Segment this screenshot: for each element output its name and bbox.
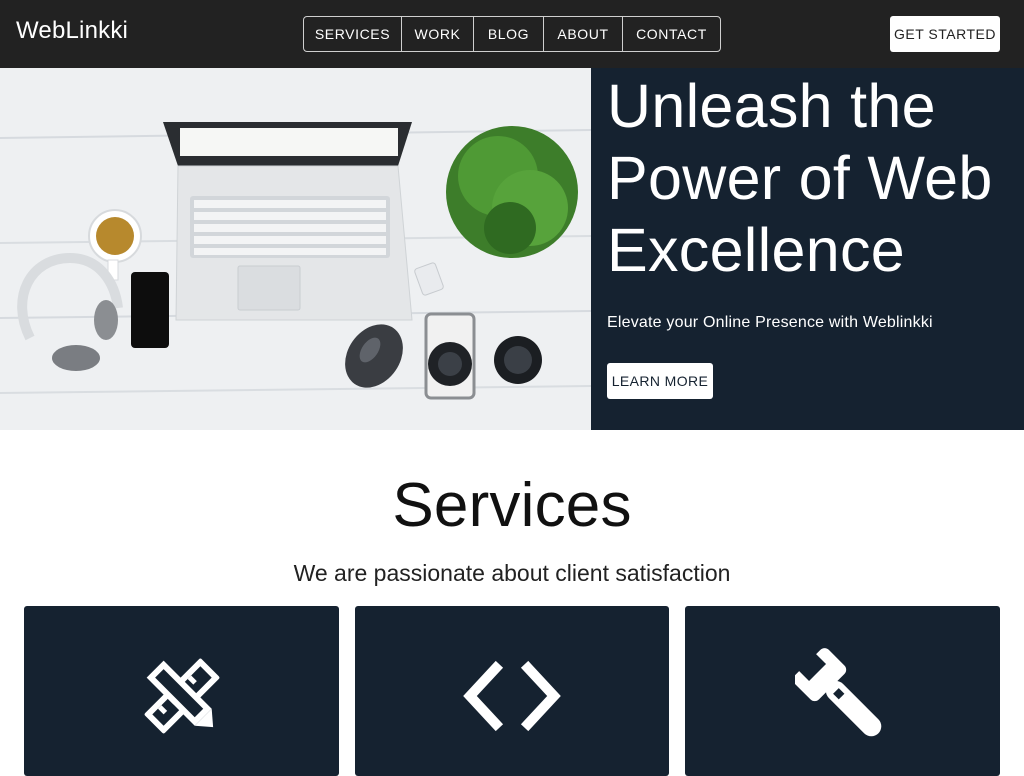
service-card-maintenance[interactable] [685, 606, 1000, 776]
hero-desk-image [0, 68, 591, 430]
hero-subtitle: Elevate your Online Presence with Weblin… [607, 314, 933, 331]
phone-image [131, 272, 169, 348]
nav-services[interactable]: SERVICES [304, 17, 402, 51]
nav-contact[interactable]: CONTACT [623, 17, 720, 51]
site-header: WebLinkki SERVICES WORK BLOG ABOUT CONTA… [0, 0, 1024, 68]
brand-logo[interactable]: WebLinkki [16, 17, 128, 45]
code-icon [463, 660, 561, 732]
nav-work[interactable]: WORK [402, 17, 474, 51]
hero-copy: Unleash the Power of Web Excellence Elev… [607, 68, 1017, 430]
services-title: Services [392, 471, 632, 540]
service-card-development[interactable] [355, 606, 669, 776]
wrench-icon [794, 648, 881, 737]
laptop-image [163, 122, 413, 321]
plant-image [446, 126, 578, 258]
service-card-design[interactable] [24, 606, 339, 776]
desk-illustration [0, 68, 591, 430]
design-tools-icon [144, 658, 219, 734]
hero-title: Unleash the Power of Web Excellence [607, 72, 993, 284]
get-started-button[interactable]: GET STARTED [890, 16, 1000, 52]
hero-section: Unleash the Power of Web Excellence Elev… [0, 68, 1024, 430]
services-subtitle: We are passionate about client satisfact… [293, 560, 731, 586]
main-nav: SERVICES WORK BLOG ABOUT CONTACT [303, 16, 721, 52]
nav-about[interactable]: ABOUT [544, 17, 623, 51]
nav-blog[interactable]: BLOG [474, 17, 544, 51]
learn-more-button[interactable]: LEARN MORE [607, 363, 713, 399]
